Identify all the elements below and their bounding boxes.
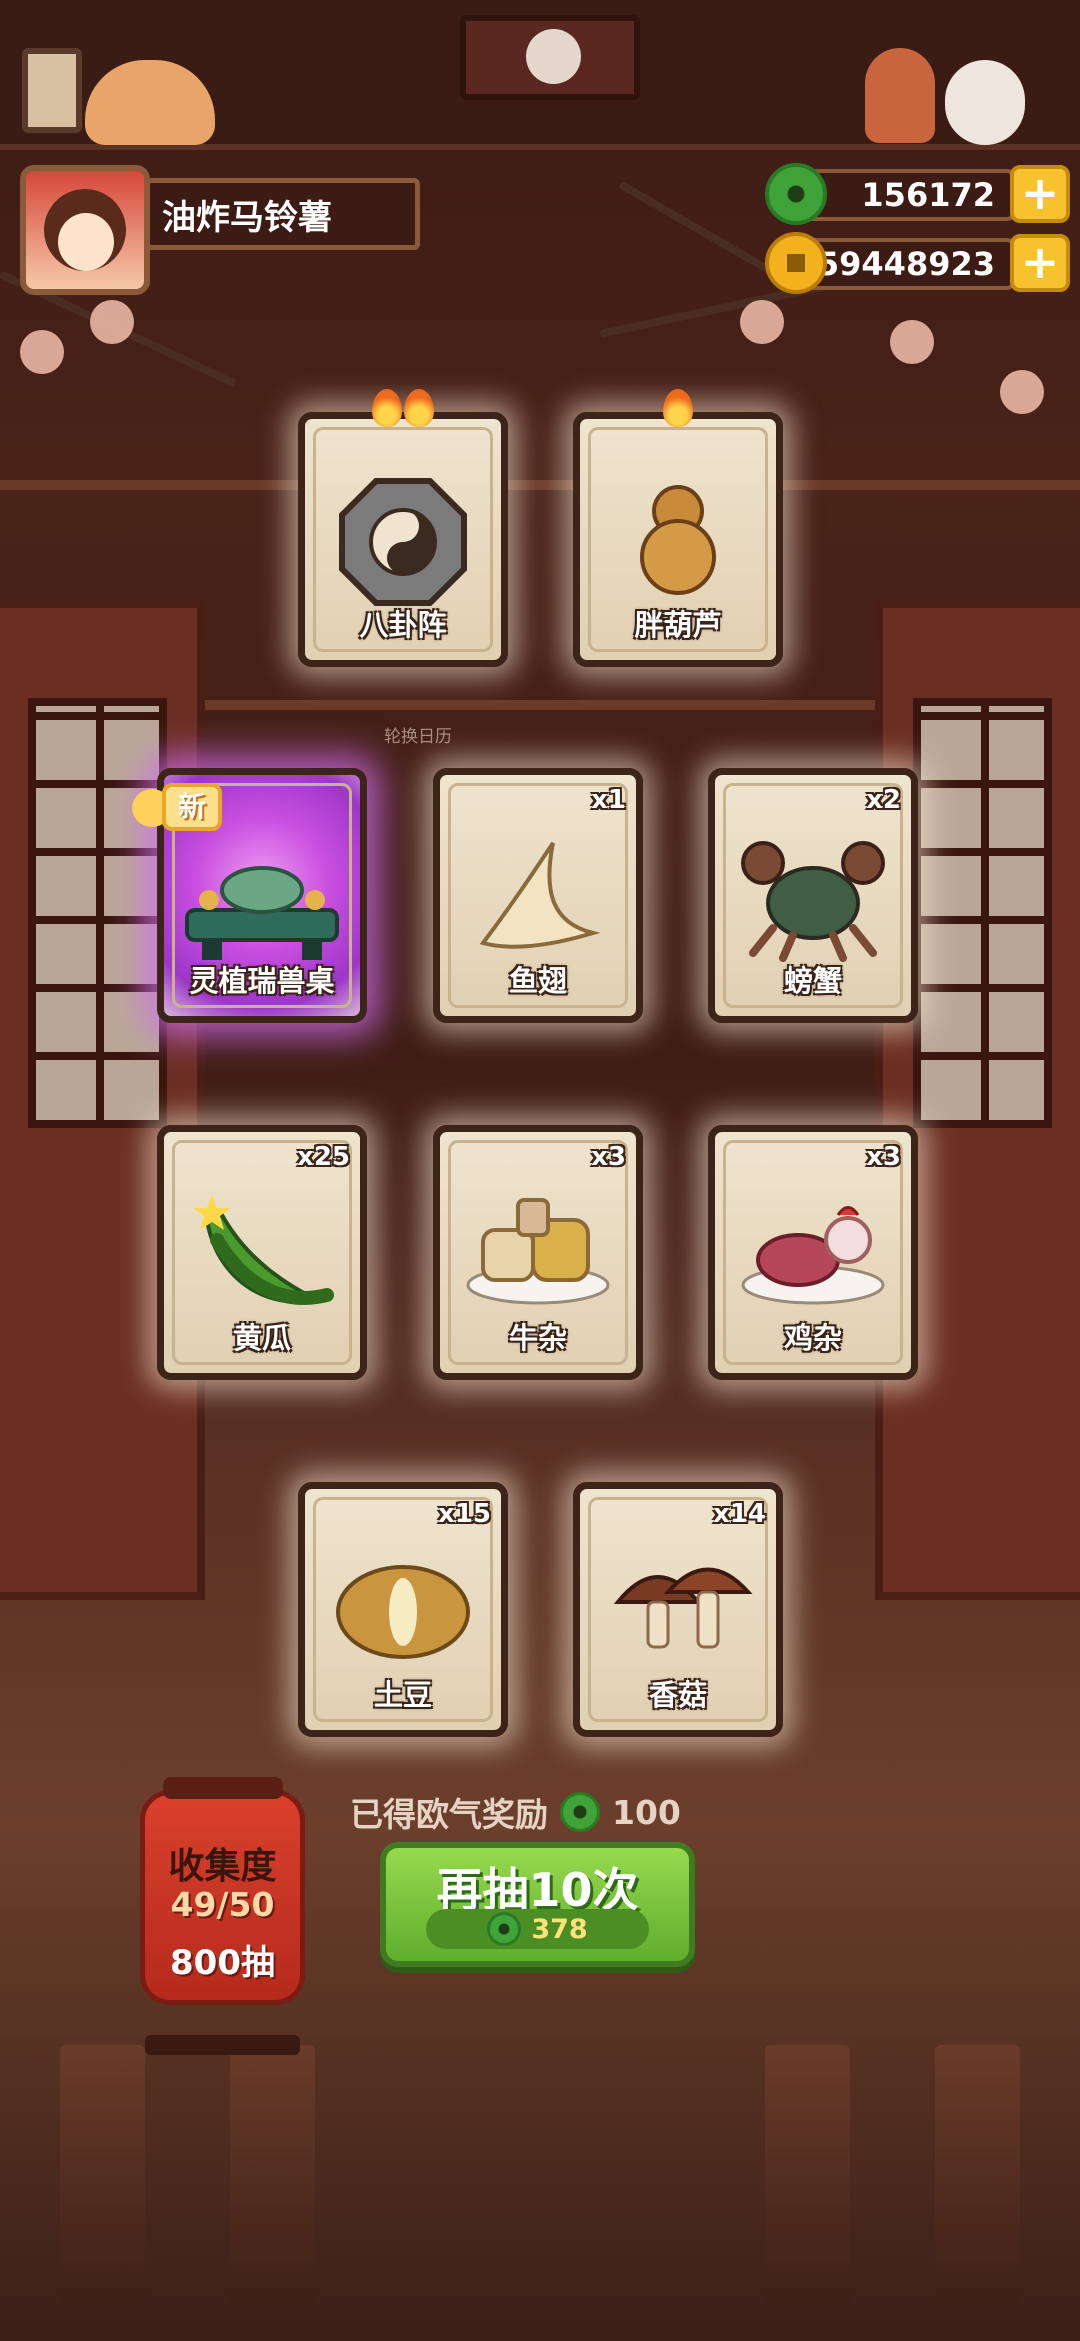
reward-card[interactable]: 八卦阵 (298, 389, 508, 667)
jade-amount: 156172 (795, 169, 1015, 221)
luck-reward-label: 已得欧气奖励 (350, 1795, 548, 1834)
card-label: 鱼翅 (508, 964, 567, 998)
add-coins-button[interactable]: + (1010, 234, 1070, 292)
flame-icons (663, 389, 693, 427)
card-label: 土豆 (373, 1678, 432, 1712)
chicken-offal-icon (738, 1190, 888, 1314)
collection-draws: 800抽 (170, 1943, 275, 1983)
right-door (875, 600, 1080, 1600)
draw-cost-amount: 378 (531, 1913, 588, 1945)
card-label: 鸡杂 (783, 1321, 842, 1355)
reward-card[interactable]: 新 灵植瑞兽桌 (132, 768, 367, 1023)
collection-title: 收集度 (168, 1846, 277, 1887)
card-count: x3 (866, 1142, 901, 1172)
blossom (890, 320, 934, 364)
card-label: 黄瓜 (232, 1321, 291, 1355)
card-count: x25 (297, 1142, 350, 1172)
reward-card[interactable]: x3 鸡杂 (708, 1125, 918, 1380)
beast-table-icon (177, 855, 347, 969)
top-bar (0, 0, 1080, 150)
mushroom-icon (603, 1547, 753, 1671)
blossom (20, 330, 64, 374)
luck-reward-amount: 100 (612, 1792, 681, 1832)
collection-progress: 49/50 (170, 1885, 275, 1924)
card-label: 八卦阵 (359, 608, 447, 642)
card-count: x3 (591, 1142, 626, 1172)
floor-post (935, 2045, 1020, 2305)
left-door (0, 600, 205, 1600)
beef-offal-icon (463, 1190, 613, 1314)
jade-icon (765, 163, 827, 225)
card-label: 胖葫芦 (634, 608, 722, 642)
coin-currency: 59448923 + (765, 232, 1070, 294)
card-label: 螃蟹 (783, 964, 842, 998)
card-label: 香菇 (648, 1678, 707, 1712)
jade-icon (487, 1912, 522, 1946)
luck-reward: 已得欧气奖励 100 (350, 1790, 681, 1834)
bagua-icon (338, 477, 468, 611)
reward-card[interactable]: 胖葫芦 (573, 389, 783, 667)
card-count: x1 (591, 785, 626, 815)
scroll-icon[interactable] (22, 48, 82, 133)
reward-card[interactable]: x1 鱼翅 (433, 768, 643, 1023)
jade-icon (560, 1792, 600, 1832)
coin-icon (765, 232, 827, 294)
card-label: 牛杂 (508, 1321, 567, 1355)
reward-card[interactable]: x14 香菇 (573, 1482, 783, 1737)
draw-10-button[interactable]: 再抽10次 378 (380, 1842, 695, 1967)
flame-icons (372, 389, 434, 427)
floor-post (230, 2045, 315, 2305)
tabby-cat-icon (85, 60, 215, 145)
new-badge: 新 (132, 783, 252, 833)
blossom (1000, 370, 1044, 414)
cucumber-icon (187, 1190, 337, 1324)
wall-beam (0, 480, 1080, 490)
floor-post (765, 2045, 850, 2305)
reward-card[interactable]: x3 牛杂 (433, 1125, 643, 1380)
reward-card[interactable]: x2 螃蟹 (708, 768, 918, 1023)
calendar-hint: 轮换日历 (384, 727, 452, 747)
card-count: x15 (438, 1499, 491, 1529)
crab-icon (738, 833, 888, 967)
card-count: x14 (713, 1499, 766, 1529)
player-name: 油炸马铃薯 (145, 178, 420, 250)
shark-fin-icon (473, 833, 603, 967)
reward-card[interactable]: x15 土豆 (298, 1482, 508, 1737)
blossom (90, 300, 134, 344)
draw-cost: 378 (426, 1909, 649, 1949)
player-avatar[interactable] (20, 165, 150, 295)
child-character-icon (865, 48, 935, 143)
collection-lantern[interactable]: 收集度 49/50 800抽 (140, 1777, 305, 2055)
white-cat-icon (945, 60, 1025, 145)
blossom (740, 300, 784, 344)
hanging-portrait (460, 15, 640, 100)
jade-currency: 156172 + (765, 163, 1070, 225)
potato-icon (328, 1547, 478, 1671)
reward-card[interactable]: x25 黄瓜 (157, 1125, 367, 1380)
card-label: 灵植瑞兽桌 (189, 964, 335, 998)
coin-amount: 59448923 (795, 238, 1015, 290)
card-count: x2 (866, 785, 901, 815)
gourd-icon (623, 477, 733, 601)
floor-post (60, 2045, 145, 2305)
add-jade-button[interactable]: + (1010, 165, 1070, 223)
